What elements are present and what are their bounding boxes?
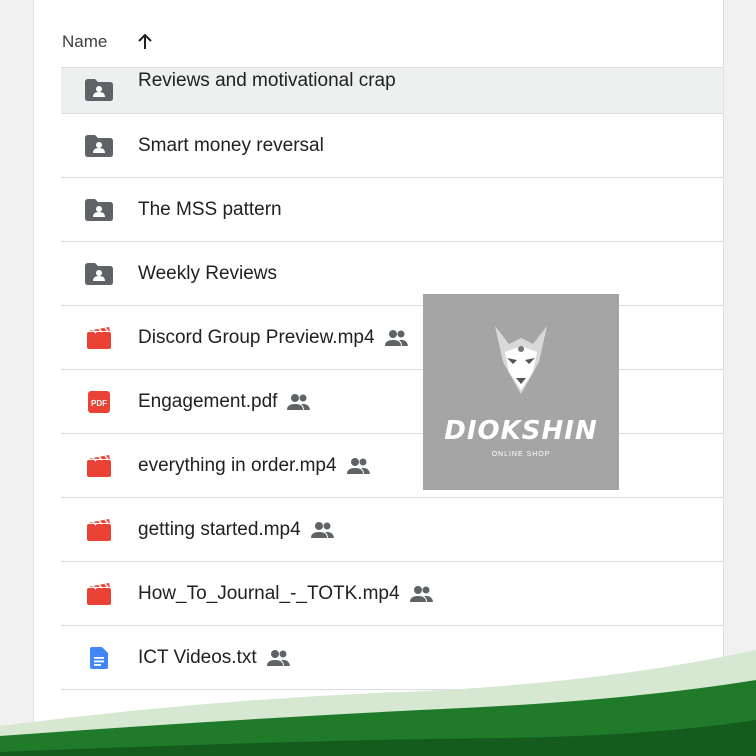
- shared-people-icon: [287, 393, 311, 410]
- list-item[interactable]: Reviews and motivational crap: [61, 67, 723, 113]
- file-name: Weekly Reviews: [138, 262, 278, 284]
- list-item[interactable]: PDF Engagement.pdf: [61, 369, 723, 433]
- watermark-brand: DIOKSHIN: [444, 416, 598, 446]
- list-header: Name: [62, 24, 155, 60]
- list-item[interactable]: Smart money reversal: [61, 113, 723, 177]
- file-name-text: How_To_Journal_-_TOTK.mp4: [138, 582, 400, 604]
- list-item[interactable]: Weekly Reviews: [61, 241, 723, 305]
- video-file-icon: [85, 454, 113, 478]
- watermark-logo: DIOKSHIN ONLINE SHOP: [423, 294, 619, 490]
- video-file-icon: [85, 326, 113, 350]
- wolf-logo-icon: [495, 326, 547, 394]
- file-name: Reviews and motivational crap: [138, 70, 396, 91]
- file-name-text: Engagement.pdf: [138, 390, 278, 412]
- file-name: getting started.mp4: [138, 519, 335, 541]
- arrow-up-icon[interactable]: [135, 32, 155, 52]
- file-name: Engagement.pdf: [138, 391, 311, 413]
- file-name: The MSS pattern: [138, 198, 282, 220]
- shared-people-icon: [346, 457, 370, 474]
- shared-folder-icon: [85, 78, 113, 102]
- video-file-icon: [85, 518, 113, 542]
- list-item[interactable]: getting started.mp4: [61, 497, 723, 561]
- file-name: Smart money reversal: [138, 134, 324, 156]
- shared-people-icon: [409, 585, 433, 602]
- file-name: everything in order.mp4: [138, 455, 371, 477]
- video-file-icon: [85, 582, 113, 606]
- svg-text:PDF: PDF: [91, 399, 107, 408]
- shared-folder-icon: [85, 134, 113, 158]
- pdf-file-icon: PDF: [85, 390, 113, 414]
- name-column-header[interactable]: Name: [62, 32, 107, 52]
- shared-folder-icon: [85, 198, 113, 222]
- list-item[interactable]: everything in order.mp4: [61, 433, 723, 497]
- file-name-text: Discord Group Preview.mp4: [138, 326, 375, 348]
- file-name: Discord Group Preview.mp4: [138, 327, 409, 349]
- shared-people-icon: [310, 521, 334, 538]
- file-name: How_To_Journal_-_TOTK.mp4: [138, 583, 434, 605]
- list-item[interactable]: The MSS pattern: [61, 177, 723, 241]
- watermark-tagline: ONLINE SHOP: [491, 451, 551, 458]
- shared-people-icon: [384, 329, 408, 346]
- file-name-text: everything in order.mp4: [138, 454, 337, 476]
- file-name-text: getting started.mp4: [138, 518, 301, 540]
- decorative-wave: [0, 650, 756, 756]
- list-item[interactable]: Discord Group Preview.mp4: [61, 305, 723, 369]
- list-item[interactable]: How_To_Journal_-_TOTK.mp4: [61, 561, 723, 625]
- shared-folder-icon: [85, 262, 113, 286]
